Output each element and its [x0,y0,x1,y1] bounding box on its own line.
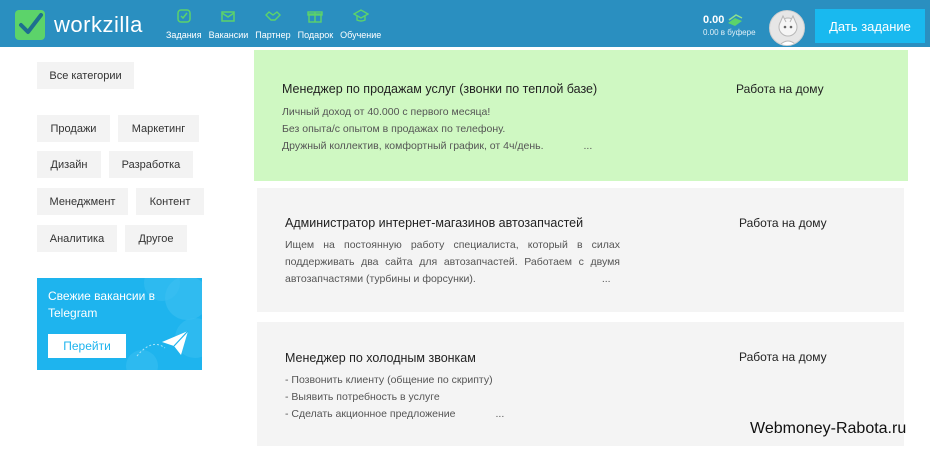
job-title[interactable]: Менеджер по продажам услуг (звонки по те… [282,82,597,96]
job-location: Работа на дому [739,350,827,364]
nav-label: Партнер [255,30,291,40]
category-content[interactable]: Контент [136,188,204,215]
job-desc-line: Дружный коллектив, комфортный график, от… [282,140,544,152]
mail-icon [221,11,236,22]
category-management[interactable]: Менеджмент [37,188,128,215]
job-title[interactable]: Менеджер по холодным звонкам [285,351,476,365]
category-all[interactable]: Все категории [37,62,134,89]
job-desc-line: Ищем на постоянную работу специалиста, к… [285,239,620,251]
job-desc-line: Без опыта/с опытом в продажах по телефон… [282,123,506,135]
top-bar: workzilla Задания Вакансии Партнер Подар… [0,0,930,47]
job-card[interactable]: Менеджер по продажам услуг (звонки по те… [254,50,908,181]
tasks-icon [177,9,191,23]
give-task-button[interactable]: Дать задание [815,9,925,43]
job-desc-line: - Сделать акционное предложение [285,408,456,420]
job-title[interactable]: Администратор интернет-магазинов автозап… [285,216,583,230]
job-location: Работа на дому [739,216,827,230]
graduation-cap-icon [352,9,369,22]
logo-check-icon [15,10,45,40]
user-avatar-icon [778,14,798,45]
paper-plane-icon [162,330,189,355]
category-design[interactable]: Дизайн [37,151,101,178]
category-other[interactable]: Другое [125,225,187,252]
logo-text: workzilla [54,12,143,37]
gift-icon [307,11,324,23]
nav-item-learning[interactable]: Обучение [340,8,381,40]
nav-item-tasks[interactable]: Задания [166,8,202,40]
nav-label: Задания [166,30,202,40]
job-desc-line: Личный доход от 40.000 с первого месяца! [282,106,491,118]
job-card[interactable]: Администратор интернет-магазинов автозап… [257,188,904,312]
nav-label: Обучение [340,30,382,40]
job-description: - Позвонить клиенту (общение по скрипту)… [285,372,615,423]
nav-label: Подарок [297,30,334,40]
avatar[interactable] [769,10,805,46]
telegram-title: Свежие вакансии в Telegram [48,289,156,320]
job-more: ... [495,408,505,420]
job-more: ... [601,273,611,285]
money-icon [728,14,743,26]
telegram-banner[interactable]: Свежие вакансии в Telegram Перейти [37,278,202,370]
category-marketing[interactable]: Маркетинг [118,115,199,142]
category-development[interactable]: Разработка [109,151,193,178]
telegram-go-button[interactable]: Перейти [48,334,126,358]
job-location: Работа на дому [736,82,824,96]
nav-item-vacancies[interactable]: Вакансии [208,8,249,40]
main-nav: Задания Вакансии Партнер Подарок Обучени… [166,8,388,40]
balance-buffer: 0.00 в буфере [703,28,756,37]
logo[interactable]: workzilla [14,9,143,41]
job-desc-line: - Выявить потребность в услуге [285,391,440,403]
watermark: Webmoney-Rabota.ru [750,420,907,437]
job-desc-line: автозапчастями (турбины и форсунки). [285,273,476,285]
nav-label: Вакансии [208,30,249,40]
category-sales[interactable]: Продажи [37,115,110,142]
job-more: ... [583,140,593,152]
job-description: Личный доход от 40.000 с первого месяца!… [282,104,612,155]
nav-item-partner[interactable]: Партнер [255,8,291,40]
job-desc-line: поддерживать два сайта для автозапчастей… [285,256,620,268]
job-description: Ищем на постоянную работу специалиста, к… [285,237,620,271]
job-desc-line: - Позвонить клиенту (общение по скрипту) [285,374,493,386]
nav-item-gift[interactable]: Подарок [298,8,333,40]
handshake-icon [264,11,281,21]
job-description-last: автозапчастями (турбины и форсунки).... [285,271,630,288]
category-analytics[interactable]: Аналитика [37,225,117,252]
